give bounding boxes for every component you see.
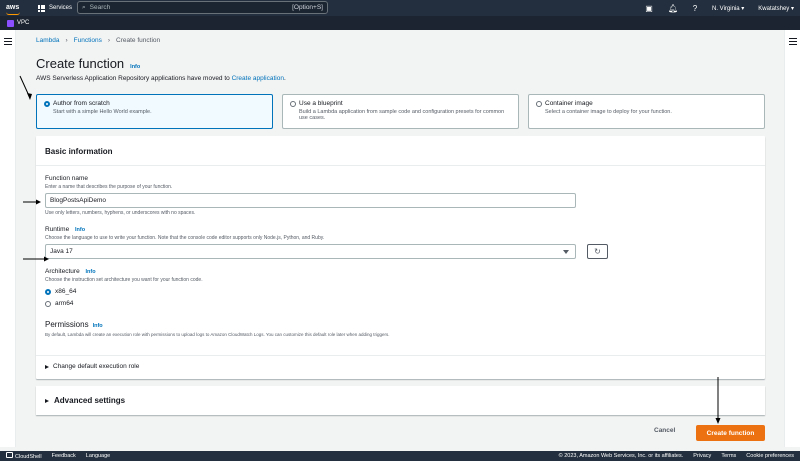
moved-end: . [283,75,286,82]
execution-role-label: Change default execution role [53,363,140,370]
language-link[interactable]: Language [86,453,110,459]
option-author-from-scratch[interactable]: Author from scratch Start with a simple … [36,94,273,129]
feedback-link[interactable]: Feedback [52,453,76,459]
permissions-desc: By default, Lambda will create an execut… [45,332,390,337]
annotation-arrow-icon [715,377,721,424]
menu-icon-right[interactable] [789,38,797,47]
permissions-info-link[interactable]: Info [93,323,103,329]
right-rail [784,30,800,447]
option-desc: Build a Lambda application from sample c… [299,109,505,121]
search-input[interactable]: ⌕ Search [Option+S] [77,1,328,14]
moved-text: AWS Serverless Application Repository ap… [36,75,232,82]
aws-logo[interactable]: aws [6,4,28,15]
annotation-arrow-icon [23,199,41,205]
advanced-settings-label: Advanced settings [54,396,126,405]
services-menu[interactable]: Services [38,4,73,12]
services-label: Services [49,5,73,11]
radio-selected [45,288,51,295]
option-title: Container image [545,100,593,107]
runtime-value: Java 17 [50,248,73,255]
favorites-bar: VPC [0,16,800,30]
function-name-desc: Enter a name that describes the purpose … [45,184,173,190]
caret-right-icon [45,398,49,403]
create-function-button[interactable]: Create function [696,425,765,441]
architecture-label: Architecture Info [45,268,96,275]
radio [45,300,51,307]
top-nav: aws Services ⌕ Search [Option+S] ▣ 🔔︎ ? … [0,0,800,16]
chevron-right-icon: › [65,37,68,44]
arch-radio-x86[interactable]: x86_64 [45,288,76,295]
search-icon: ⌕ [82,3,86,11]
execution-role-expander[interactable]: Change default execution role [36,355,765,377]
bell-icon[interactable]: 🔔︎ [668,3,678,13]
option-use-blueprint[interactable]: Use a blueprint Build a Lambda applicati… [282,94,519,129]
region-selector[interactable]: N. Virginia ▾ [712,5,744,12]
cloudshell-icon[interactable]: ▣ [644,3,654,13]
create-application-link[interactable]: Create application [232,75,284,82]
permissions-label: Permissions Info [45,320,103,329]
function-name-input[interactable]: BlogPostsApiDemo [45,193,576,208]
arch-option-label: x86_64 [55,288,77,295]
radio-selected [44,101,50,107]
caret-down-icon [563,250,569,254]
refresh-icon: ↻ [594,247,601,256]
function-name-hint: Use only letters, numbers, hyphens, or u… [45,210,196,216]
architecture-desc: Choose the instruction set architecture … [45,277,203,283]
option-desc: Start with a simple Hello World example. [53,109,152,115]
breadcrumb-functions[interactable]: Functions [74,37,102,44]
account-menu[interactable]: Kwatatshey ▾ [758,5,794,12]
help-icon[interactable]: ? [690,3,700,13]
breadcrumb: Lambda › Functions › Create function [36,37,160,44]
chevron-right-icon: › [107,37,111,44]
option-desc: Select a container image to deploy for y… [545,109,672,115]
architecture-info-link[interactable]: Info [86,269,96,275]
copyright: © 2023, Amazon Web Services, Inc. or its… [558,453,684,459]
refresh-button[interactable]: ↻ [587,244,608,259]
option-title: Use a blueprint [299,100,343,107]
runtime-desc: Choose the language to use to write your… [45,235,325,241]
terms-link[interactable]: Terms [721,453,736,459]
annotation-arrow-icon [23,256,49,262]
breadcrumb-lambda[interactable]: Lambda [36,37,60,44]
basic-information-panel: Basic information Function name Enter a … [36,136,765,379]
terminal-icon [6,452,13,458]
radio [290,101,296,107]
function-name-label: Function name [45,175,88,182]
runtime-select[interactable]: Java 17 [45,244,576,259]
cloudshell-link[interactable]: CloudShell [6,452,42,460]
runtime-info-link[interactable]: Info [75,227,85,233]
cancel-button[interactable]: Cancel [654,427,675,434]
cookie-preferences-link[interactable]: Cookie preferences [746,453,794,459]
option-container-image[interactable]: Container image Select a container image… [528,94,765,129]
search-shortcut: [Option+S] [292,4,323,11]
vpc-icon [7,19,14,27]
menu-icon[interactable] [4,38,12,47]
moved-notice: AWS Serverless Application Repository ap… [36,75,286,82]
caret-right-icon [45,364,49,369]
advanced-settings-expander[interactable]: Advanced settings [36,386,765,415]
favorite-vpc[interactable]: VPC [17,20,29,26]
page-title-text: Create function [36,56,125,71]
page-title: Create function Info [36,56,140,71]
option-title: Author from scratch [53,100,110,107]
arch-radio-arm64[interactable]: arm64 [45,300,73,307]
privacy-link[interactable]: Privacy [693,453,711,459]
left-rail [0,30,16,447]
grid-icon [38,4,45,12]
breadcrumb-current: Create function [116,37,161,44]
runtime-label: Runtime Info [45,226,86,233]
search-placeholder: Search [89,4,111,11]
panel-header: Basic information [36,136,765,166]
arch-option-label: arm64 [55,300,74,307]
footer: CloudShell Feedback Language © 2023, Ama… [0,451,800,461]
info-link[interactable]: Info [130,64,140,70]
radio [536,101,542,107]
annotation-arrow-icon [19,75,32,100]
